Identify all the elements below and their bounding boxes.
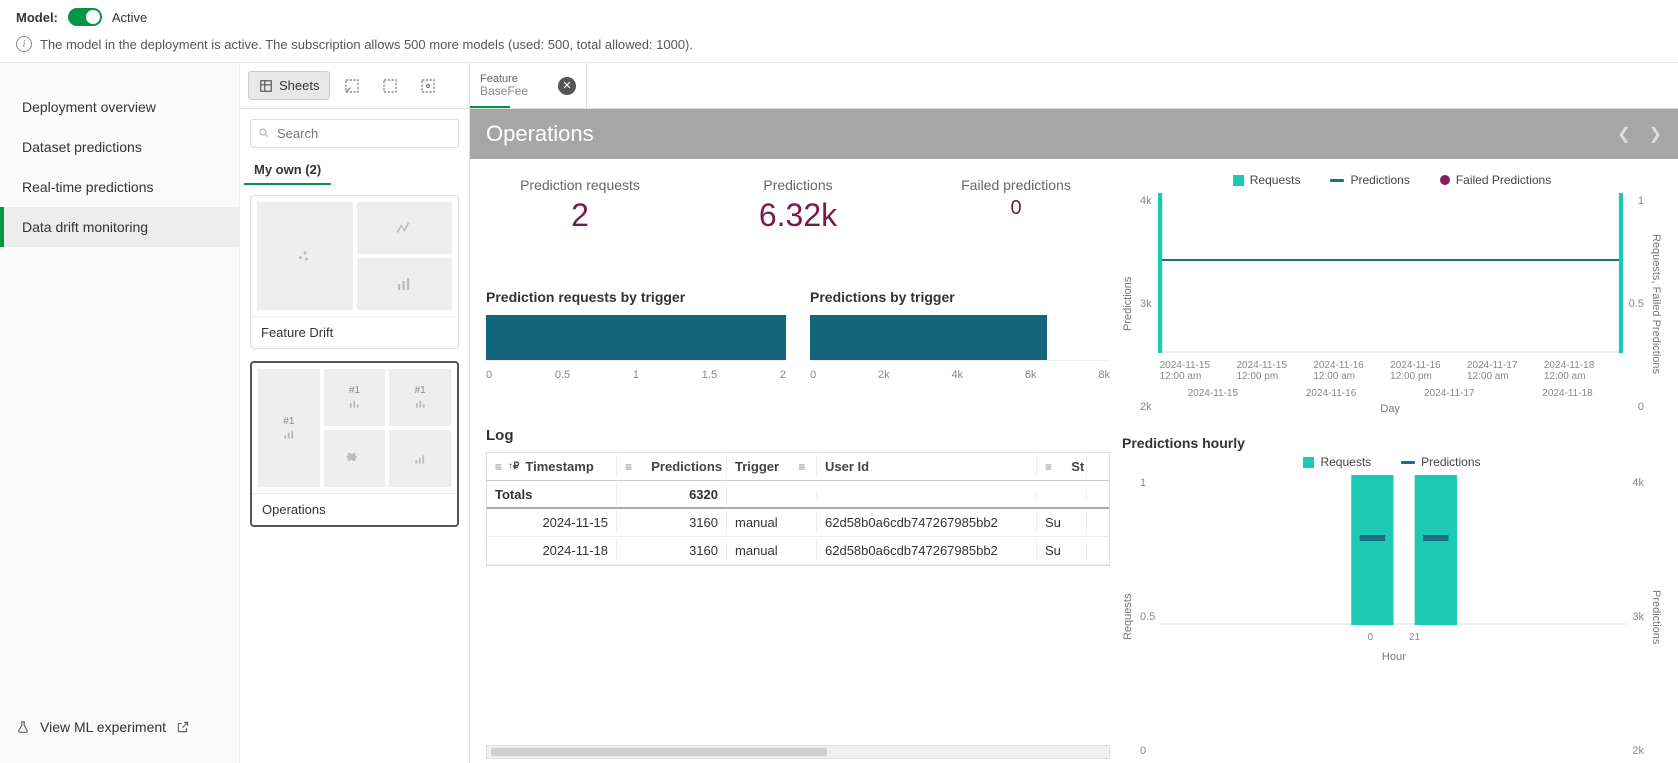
kpi-failed-predictions: Failed predictions 0 <box>922 177 1110 269</box>
grid-icon <box>259 79 273 93</box>
thumb-kpi-icon: #1 <box>258 369 320 487</box>
thumb-bar-icon <box>357 258 453 310</box>
chart-hourly[interactable]: Predictions hourly Requests Predictions … <box>1122 427 1662 759</box>
kpi-label: Prediction requests <box>520 177 640 193</box>
chart-predictions-by-trigger[interactable]: Predictions by trigger 02k4k6k8k <box>810 289 1110 416</box>
chart-title: Predictions hourly <box>1122 435 1662 451</box>
kpi-row: Prediction requests 2 Predictions 6.32k … <box>486 173 1110 277</box>
flask-icon <box>16 720 30 734</box>
nav-real-time-predictions[interactable]: Real-time predictions <box>0 167 239 207</box>
sheets-toolbar: Sheets <box>240 63 469 109</box>
chart-title: Prediction requests by trigger <box>486 289 786 305</box>
table-row[interactable]: 2024-11-15 3160 manual 62d58b0a6cdb74726… <box>487 509 1109 537</box>
x-axis-ticks: 2024-11-15 12:00 am2024-11-15 12:00 pm20… <box>1158 356 1623 386</box>
nav-data-drift-monitoring[interactable]: Data drift monitoring <box>0 207 239 247</box>
log-table[interactable]: ≡ ↑₽ Timestamp ≡ Predictions Trigger ≡ U… <box>486 452 1110 566</box>
model-status: Active <box>112 10 147 25</box>
horizontal-scrollbar[interactable] <box>486 745 1110 759</box>
table-row-totals: Totals 6320 <box>487 481 1109 509</box>
log-area: Log ≡ ↑₽ Timestamp ≡ Predictions Trigger… <box>486 427 1110 759</box>
subscription-info: The model in the deployment is active. T… <box>40 37 693 52</box>
col-trigger[interactable]: Trigger <box>735 459 779 474</box>
x-axis-ticks: 021 <box>1161 628 1626 647</box>
sheet-card-label: Feature Drift <box>251 316 458 348</box>
col-timestamp[interactable]: Timestamp <box>525 459 593 474</box>
thumb-line-icon <box>357 202 453 254</box>
close-icon[interactable]: ✕ <box>558 77 576 95</box>
col-status[interactable]: St <box>1071 459 1084 474</box>
column-menu-icon[interactable]: ≡ <box>1045 460 1052 474</box>
table-row[interactable]: 2024-11-18 3160 manual 62d58b0a6cdb74726… <box>487 537 1109 565</box>
smart-select-icon[interactable] <box>412 70 444 102</box>
sheet-card-feature-drift[interactable]: Feature Drift <box>250 195 459 349</box>
sheets-button-label: Sheets <box>279 78 319 93</box>
page-title: Operations <box>486 121 594 147</box>
view-ml-experiment-link[interactable]: View ML experiment <box>0 701 239 763</box>
thumb-kpi-icon: #1 <box>324 369 386 426</box>
chart-legend: Requests Predictions Failed Predictions <box>1122 173 1662 187</box>
search-icon <box>258 127 270 142</box>
dashboard: Prediction requests 2 Predictions 6.32k … <box>470 159 1678 763</box>
kpi-value: 6.32k <box>759 197 837 234</box>
tab-my-own[interactable]: My own (2) <box>244 154 331 185</box>
x-axis-ticks: 02k4k6k8k <box>810 369 1110 381</box>
clear-selection-icon[interactable] <box>374 70 406 102</box>
nav-dataset-predictions[interactable]: Dataset predictions <box>0 127 239 167</box>
sheet-card-label: Operations <box>252 493 457 525</box>
column-menu-icon[interactable]: ≡ <box>495 460 502 474</box>
kpi-predictions: Predictions 6.32k <box>704 177 892 269</box>
y-right-label: Predictions <box>1650 475 1662 759</box>
prev-sheet-arrow[interactable]: ❮ <box>1617 124 1630 144</box>
col-predictions[interactable]: Predictions <box>651 459 722 474</box>
next-sheet-arrow[interactable]: ❯ <box>1649 124 1662 144</box>
x-axis-ticks: 00.511.52 <box>486 369 786 381</box>
thumb-kpi-icon: #1 <box>389 369 451 426</box>
kpi-value: 0 <box>1010 197 1021 220</box>
thumb-scatter-icon <box>257 202 353 310</box>
chart-daily[interactable]: Requests Predictions Failed Predictions … <box>1122 173 1662 415</box>
model-label: Model: <box>16 10 58 25</box>
left-nav: Deployment overview Dataset predictions … <box>0 63 240 763</box>
feature-tab-sub: BaseFee <box>480 85 528 98</box>
info-icon: i <box>16 36 32 52</box>
table-header: ≡ ↑₽ Timestamp ≡ Predictions Trigger ≡ U… <box>487 453 1109 481</box>
operations-header: Operations ❮ ❯ <box>470 109 1678 159</box>
kpi-label: Failed predictions <box>961 177 1071 193</box>
log-title: Log <box>486 427 1110 444</box>
col-user-id[interactable]: User Id <box>825 459 869 474</box>
kpi-label: Predictions <box>763 177 832 193</box>
column-menu-icon[interactable]: ≡ <box>798 460 805 474</box>
y-right-label: Requests, Failed Predictions <box>1650 193 1662 415</box>
column-menu-icon[interactable]: ≡ <box>625 460 632 474</box>
sheet-card-operations[interactable]: #1 #1 #1 Operations <box>250 361 459 527</box>
sheet-thumb: #1 #1 #1 <box>252 363 457 493</box>
sheets-panel: Sheets My own (2) <box>240 63 470 763</box>
external-link-icon <box>176 720 190 734</box>
sheets-button[interactable]: Sheets <box>248 71 330 100</box>
nav-deployment-overview[interactable]: Deployment overview <box>0 87 239 127</box>
x-axis-label: Hour <box>1161 651 1626 663</box>
feature-tab[interactable]: Feature BaseFee ✕ <box>470 63 587 108</box>
trigger-charts-row: Prediction requests by trigger 00.511.52… <box>486 289 1110 416</box>
sheet-thumb <box>251 196 458 316</box>
lasso-select-icon[interactable] <box>336 70 368 102</box>
kpi-prediction-requests: Prediction requests 2 <box>486 177 674 269</box>
search-input[interactable] <box>250 119 459 148</box>
x-axis-label: Day <box>1158 403 1623 415</box>
chart-legend: Requests Predictions <box>1122 455 1662 469</box>
y-left-label: Requests <box>1122 475 1134 759</box>
thumb-puzzle-icon <box>324 430 386 487</box>
kpi-value: 2 <box>571 197 589 234</box>
content-area: Feature BaseFee ✕ Operations ❮ ❯ Predict… <box>470 63 1678 763</box>
model-toggle[interactable] <box>68 8 102 26</box>
y-left-label: Predictions <box>1122 193 1134 415</box>
chart-prediction-requests-by-trigger[interactable]: Prediction requests by trigger 00.511.52 <box>486 289 786 416</box>
top-status-bar: Model: Active i The model in the deploym… <box>0 0 1678 56</box>
feature-tab-bar: Feature BaseFee ✕ <box>470 63 1678 109</box>
thumb-bar-icon <box>389 430 451 487</box>
view-ml-experiment-label: View ML experiment <box>40 719 166 735</box>
chart-title: Predictions by trigger <box>810 289 1110 305</box>
